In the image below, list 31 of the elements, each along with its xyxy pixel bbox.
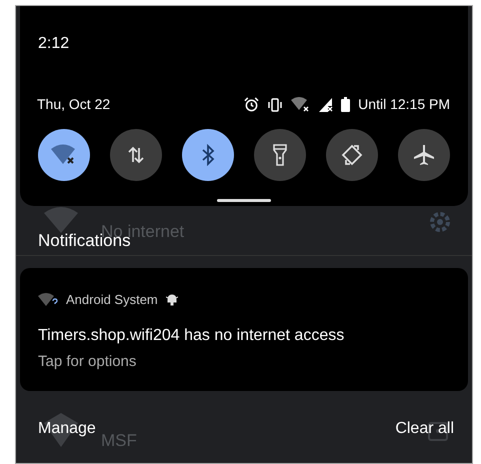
clock-time: 2:12 bbox=[38, 35, 70, 52]
app-name: Android System bbox=[66, 291, 158, 309]
manage-button[interactable]: Manage bbox=[38, 417, 96, 441]
wifi-question-icon bbox=[38, 292, 58, 307]
airplane-icon bbox=[413, 144, 435, 166]
quick-setting-tile[interactable] bbox=[38, 129, 90, 181]
flashlight-icon bbox=[273, 144, 287, 166]
quick-setting-tile[interactable] bbox=[182, 129, 234, 181]
battery-icon bbox=[341, 97, 350, 112]
date: Thu, Oct 22 bbox=[37, 95, 110, 114]
network-name: MSF bbox=[101, 430, 137, 452]
data-arrows-icon bbox=[128, 146, 144, 164]
notification-card[interactable]: Android System Timers.shop.wifi204 has no internet access Tap for options bbox=[20, 268, 468, 391]
clear-all-button[interactable]: Clear all bbox=[395, 417, 454, 441]
bluetooth-icon bbox=[201, 144, 215, 166]
drag-handle[interactable] bbox=[217, 199, 271, 202]
notification-text: Tap for options bbox=[38, 352, 138, 372]
quick-setting-tile[interactable] bbox=[326, 129, 378, 181]
quick-setting-tile[interactable] bbox=[398, 129, 450, 181]
signal-off-icon bbox=[319, 98, 334, 112]
wifi-off-icon bbox=[51, 144, 77, 166]
bell-icon bbox=[166, 294, 178, 306]
wifi-icon bbox=[44, 206, 78, 233]
quick-setting-tile[interactable] bbox=[110, 129, 162, 181]
vibrate-icon bbox=[267, 98, 284, 112]
battery-status: Until 12:15 PM bbox=[358, 95, 450, 114]
notification-title: Timers.shop.wifi204 has no internet access bbox=[38, 326, 346, 346]
wifi-off-icon bbox=[291, 97, 312, 112]
auto-rotate-icon bbox=[341, 144, 363, 166]
quick-setting-tile[interactable] bbox=[254, 129, 306, 181]
alarm-icon bbox=[244, 97, 260, 112]
